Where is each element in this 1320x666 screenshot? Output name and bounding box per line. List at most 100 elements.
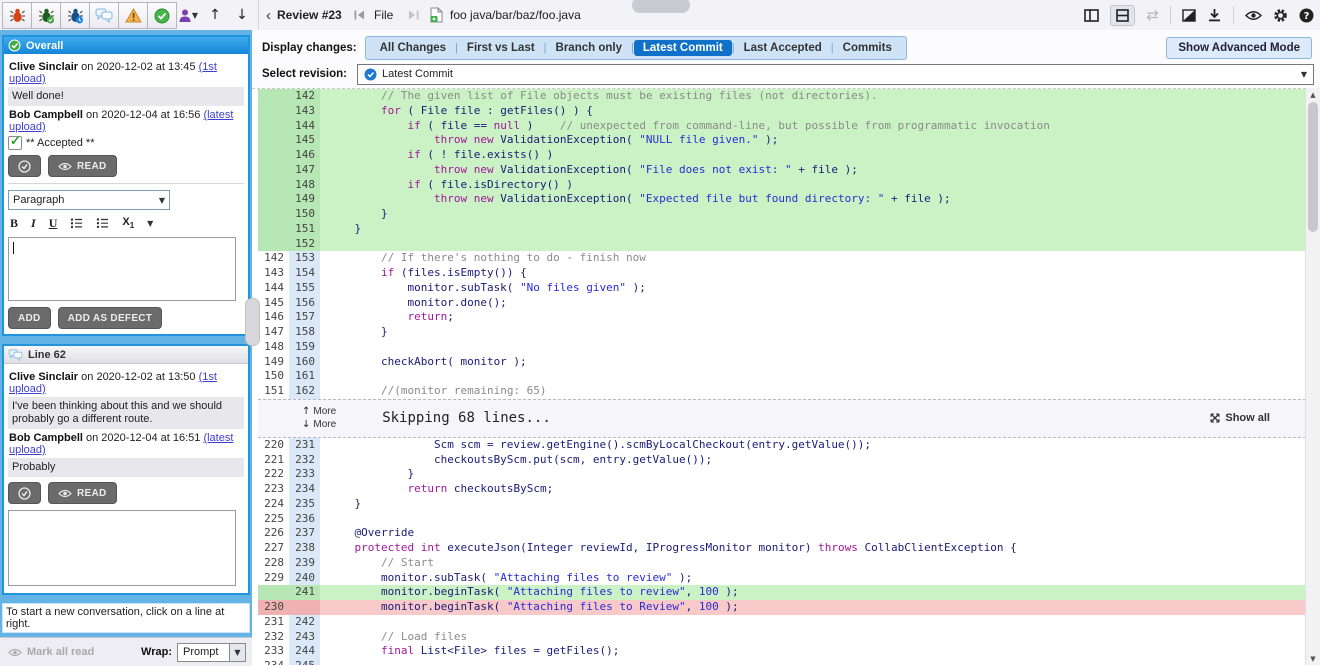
diff-row[interactable]: 234245 <box>258 659 1306 665</box>
diff-row[interactable]: 148159 <box>258 340 1306 355</box>
conversations-button[interactable] <box>89 2 119 29</box>
display-mode-branch-only[interactable]: Branch only <box>547 40 631 56</box>
line62-header[interactable]: Line 62 <box>4 346 248 364</box>
revision-select[interactable]: Latest Commit ▼ <box>357 64 1314 85</box>
diff-row[interactable]: 225236 <box>258 512 1306 527</box>
display-mode-latest-commit[interactable]: Latest Commit <box>634 40 732 56</box>
mark-read-check-button[interactable] <box>8 482 41 504</box>
bold-button[interactable]: B <box>10 216 18 231</box>
diff-row[interactable]: 147 throw new ValidationException( "File… <box>258 163 1306 178</box>
diff-row[interactable]: 146157 return; <box>258 310 1306 325</box>
show-all-button[interactable]: Show all <box>1203 411 1276 425</box>
diff-row[interactable]: 241 monitor.beginTask( "Attaching files … <box>258 585 1306 600</box>
vertical-scrollbar[interactable]: ▲ ▼ <box>1305 88 1320 665</box>
diff-row[interactable]: 151 } <box>258 222 1306 237</box>
italic-button[interactable]: I <box>31 216 36 231</box>
diff-row[interactable]: 151162 //(monitor remaining: 65) <box>258 384 1306 399</box>
diff-row[interactable]: 231242 <box>258 615 1306 630</box>
scrollbar-thumb[interactable] <box>1308 102 1318 232</box>
diff-row[interactable]: 144 if ( file == null ) // unexpected fr… <box>258 119 1306 134</box>
read-button[interactable]: READ <box>48 482 117 504</box>
file-path[interactable]: foo java/bar/baz/foo.java <box>450 0 581 30</box>
ordered-list-button[interactable] <box>70 217 83 229</box>
diff-row[interactable]: 230 monitor.beginTask( "Attaching files … <box>258 600 1306 615</box>
add-button[interactable]: ADD <box>8 307 51 329</box>
bullet-list-button[interactable] <box>96 217 109 229</box>
underline-button[interactable]: U <box>49 216 58 231</box>
display-mode-all-changes[interactable]: All Changes <box>371 40 455 56</box>
show-more-up-button[interactable]: ↑More <box>302 406 336 417</box>
paragraph-format-select[interactable]: Paragraph ▼ <box>8 190 170 210</box>
wrap-select[interactable]: Prompt ▼ <box>177 643 246 662</box>
download-button[interactable] <box>1207 8 1222 22</box>
diff-row[interactable]: 147158 } <box>258 325 1306 340</box>
diff-row[interactable]: 143 for ( File file : getFiles() ) { <box>258 104 1306 119</box>
display-mode-commits[interactable]: Commits <box>834 40 901 56</box>
diff-row[interactable]: 226237 @Override <box>258 526 1306 541</box>
new-line-number: 239 <box>289 556 320 571</box>
mark-all-read-button[interactable]: Mark all read <box>8 646 94 658</box>
back-to-review-link[interactable]: ‹ Review #23 <box>266 0 342 30</box>
diff-row[interactable]: 149160 checkAbort( monitor ); <box>258 355 1306 370</box>
theme-contrast-button[interactable] <box>1182 9 1196 22</box>
settings-gear-button[interactable] <box>1273 8 1288 23</box>
diff-row[interactable]: 224235 } <box>258 497 1306 512</box>
format-value: Paragraph <box>13 194 64 206</box>
accept-button[interactable] <box>147 2 177 29</box>
diff-row[interactable]: 142 // The given list of File objects mu… <box>258 89 1306 104</box>
diff-row[interactable]: 144155 monitor.subTask( "No files given"… <box>258 281 1306 296</box>
diff-row[interactable]: 150161 <box>258 369 1306 384</box>
diff-row[interactable]: 145156 monitor.done(); <box>258 296 1306 311</box>
diff-row[interactable]: 222233 } <box>258 467 1306 482</box>
defect-fixed-button[interactable] <box>31 2 61 29</box>
next-file-button[interactable] <box>406 3 420 27</box>
user-menu-button[interactable]: ▼ <box>176 3 200 27</box>
defect-bug-button[interactable] <box>2 2 32 29</box>
show-more-down-button[interactable]: ↓More <box>302 419 336 430</box>
first-file-button[interactable] <box>352 3 366 27</box>
warnings-button[interactable] <box>118 2 148 29</box>
diff-row[interactable]: 221232 checkoutsByScm.put(scm, entry.get… <box>258 453 1306 468</box>
old-line-number: 226 <box>258 526 289 541</box>
overall-comment-input[interactable] <box>8 237 236 301</box>
diff-row[interactable]: 150 } <box>258 207 1306 222</box>
diff-row[interactable]: 223234 return checkoutsByScm; <box>258 482 1306 497</box>
help-button[interactable]: ? <box>1299 8 1314 23</box>
defect-external-button[interactable] <box>60 2 90 29</box>
subscript-button[interactable]: X1 <box>122 216 134 230</box>
read-button[interactable]: READ <box>48 155 117 177</box>
sidebar-collapse-handle[interactable] <box>245 298 260 346</box>
comment-author-row: Bob Campbell on 2020-12-04 at 16:51 (lat… <box>9 432 243 456</box>
add-as-defect-button[interactable]: ADD AS DEFECT <box>58 307 163 329</box>
code-text: if ( file == null ) // unexpected from c… <box>320 119 1306 134</box>
show-advanced-mode-button[interactable]: Show Advanced Mode <box>1166 37 1312 59</box>
diff-row[interactable]: 148 if ( file.isDirectory() ) <box>258 178 1306 193</box>
overall-header[interactable]: Overall <box>4 37 248 54</box>
scroll-up-arrow[interactable]: ▲ <box>1306 88 1320 101</box>
line62-comment-input[interactable] <box>8 510 236 586</box>
diff-row[interactable]: 227238 protected int executeJson(Integer… <box>258 541 1306 556</box>
next-comment-button[interactable]: ↓ <box>232 3 252 27</box>
diff-row[interactable]: 145 throw new ValidationException( "NULL… <box>258 133 1306 148</box>
diff-row[interactable]: 152 <box>258 237 1306 252</box>
diff-row[interactable]: 233244 final List<File> files = getFiles… <box>258 644 1306 659</box>
diff-row[interactable]: 232243 // Load files <box>258 630 1306 645</box>
display-mode-first-vs-last[interactable]: First vs Last <box>458 40 544 56</box>
previous-comment-button[interactable]: ↑ <box>205 3 225 27</box>
diff-row[interactable]: 142153 // If there's nothing to do - fin… <box>258 251 1306 266</box>
side-by-side-view-button[interactable] <box>1084 9 1099 22</box>
display-mode-last-accepted[interactable]: Last Accepted <box>735 40 831 56</box>
unified-view-button[interactable] <box>1110 5 1135 26</box>
mark-read-check-button[interactable] <box>8 155 41 177</box>
diff-row[interactable]: 229240 monitor.subTask( "Attaching files… <box>258 571 1306 586</box>
scroll-down-arrow[interactable]: ▼ <box>1306 652 1320 665</box>
old-line-number <box>258 207 289 222</box>
diff-row[interactable]: 228239 // Start <box>258 556 1306 571</box>
watch-eye-button[interactable] <box>1245 10 1262 21</box>
diff-row[interactable]: 220231 Scm scm = review.getEngine().scmB… <box>258 438 1306 453</box>
diff-row[interactable]: 149 throw new ValidationException( "Expe… <box>258 192 1306 207</box>
diff-row[interactable]: 143154 if (files.isEmpty()) { <box>258 266 1306 281</box>
diff-row[interactable]: 146 if ( ! file.exists() ) <box>258 148 1306 163</box>
chevron-down-icon[interactable]: ▼ <box>147 219 153 228</box>
accepted-checkbox[interactable] <box>8 136 22 150</box>
